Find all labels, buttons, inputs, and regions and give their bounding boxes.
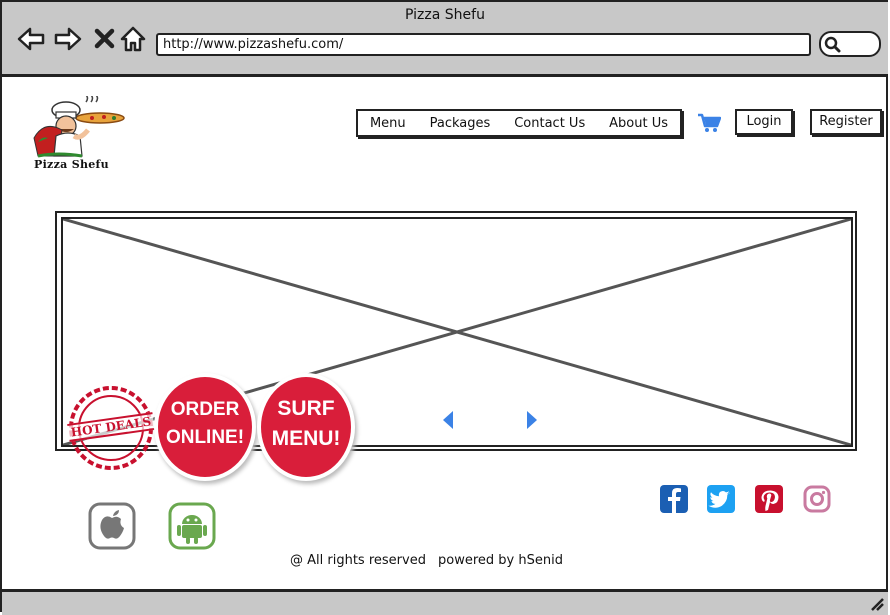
home-icon[interactable] [118,24,148,54]
twitter-icon[interactable] [706,484,736,514]
main-nav: Menu Packages Contact Us About Us [356,109,682,137]
facebook-icon[interactable] [659,484,689,514]
nav-item-packages[interactable]: Packages [430,116,491,131]
window-title: Pizza Shefu [405,7,485,23]
order-online-button[interactable]: ORDER ONLINE! [158,377,252,477]
site-logo[interactable]: Pizza Shefu [28,94,128,174]
order-online-line2: ONLINE! [165,427,245,448]
surf-menu-line1: SURF [277,397,335,420]
back-arrow-icon[interactable] [16,24,46,54]
address-bar[interactable]: http://www.pizzashefu.com/ [156,33,811,56]
login-button[interactable]: Login [735,109,793,135]
surf-menu-line2: MENU! [271,427,341,450]
hot-deals-stamp[interactable]: HOT DEALS [67,380,155,476]
carousel-next-icon[interactable] [525,410,539,430]
nav-item-contact-us[interactable]: Contact Us [514,116,585,131]
instagram-icon[interactable] [802,484,832,514]
carousel-prev-icon[interactable] [441,410,455,430]
register-button[interactable]: Register [810,109,882,135]
powered-by-text: powered by hSenid [438,553,563,568]
cart-icon[interactable] [697,112,721,134]
forward-arrow-icon[interactable] [53,24,83,54]
chef-logo-icon [33,94,125,158]
close-icon[interactable] [90,24,120,54]
search-icon [824,36,841,53]
logo-text: Pizza Shefu [34,158,109,171]
resize-grip-icon[interactable] [868,595,884,611]
android-store-icon[interactable] [168,502,216,550]
browser-window: Pizza Shefu http://www.pizzashefu.com/ P… [0,0,888,615]
surf-menu-button[interactable]: SURF MENU! [261,377,351,477]
copyright-text: @ All rights reserved [290,553,426,568]
pinterest-icon[interactable] [754,484,784,514]
apple-store-icon[interactable] [88,502,136,550]
browser-statusbar [2,589,888,615]
nav-item-about-us[interactable]: About Us [609,116,668,131]
search-field[interactable] [819,31,881,57]
nav-item-menu[interactable]: Menu [370,116,406,131]
order-online-line1: ORDER [170,399,240,420]
browser-titlebar: Pizza Shefu http://www.pizzashefu.com/ [2,2,888,77]
